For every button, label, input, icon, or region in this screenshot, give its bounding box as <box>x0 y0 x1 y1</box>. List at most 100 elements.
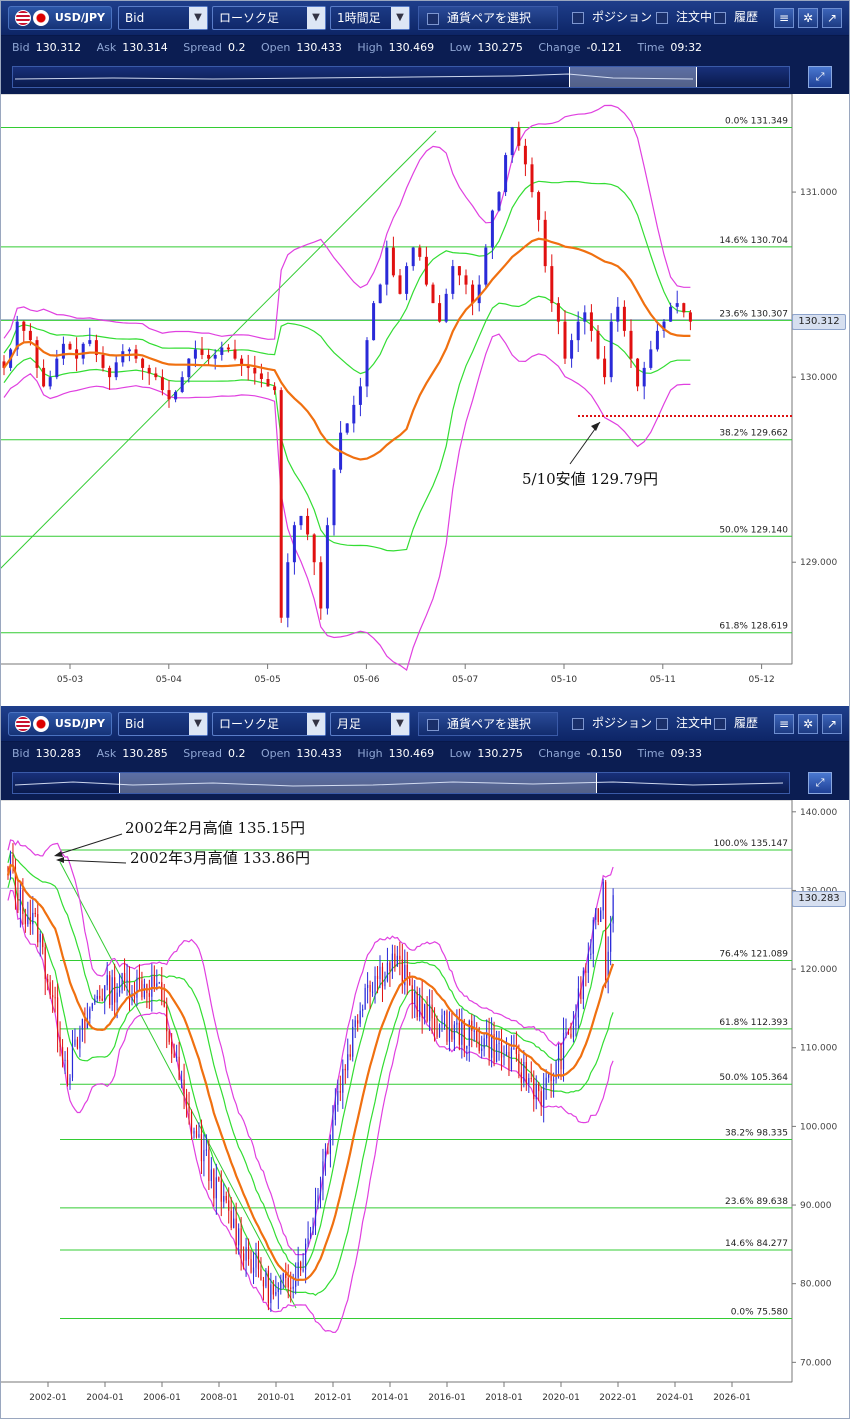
candle-body <box>344 1068 346 1071</box>
range-navigator-track[interactable] <box>12 66 790 88</box>
open-value: 130.433 <box>296 747 342 760</box>
low-annotation: 5/10安値 129.79円 <box>522 470 658 488</box>
candle-body <box>325 525 329 609</box>
candle-body <box>307 1238 309 1244</box>
candle-body <box>391 247 395 276</box>
candle-body <box>602 881 604 911</box>
fibonacci-level-label: 23.6% 89.638 <box>725 1197 788 1207</box>
price-type-value: Bid <box>125 11 145 25</box>
timeframe-select[interactable]: 1時間足 ▼ <box>330 6 410 30</box>
chevron-down-icon: ▼ <box>189 7 207 29</box>
popout-icon[interactable]: ↗ <box>822 8 842 28</box>
pair-select-button[interactable]: 通貨ペアを選択 <box>418 6 558 30</box>
candle-body <box>84 1018 86 1029</box>
menu-icon[interactable]: ≡ <box>774 714 794 734</box>
candle-body <box>280 1280 282 1289</box>
bid-value: 130.283 <box>35 747 82 760</box>
range-navigator-track[interactable] <box>12 772 790 794</box>
menu-icon[interactable]: ≡ <box>774 8 794 28</box>
candle-body <box>374 975 376 992</box>
position-toggle[interactable]: ポジション <box>572 712 652 736</box>
candle-body <box>187 358 191 378</box>
history-toggle[interactable]: 履歴 <box>714 712 758 736</box>
candle-body <box>332 1119 334 1139</box>
candle-body <box>543 219 547 267</box>
candle-body <box>429 1004 431 1022</box>
chart-type-select[interactable]: ローソク足 ▼ <box>212 6 326 30</box>
candle-body <box>198 1134 200 1138</box>
candle-body <box>495 1043 498 1063</box>
candle-body <box>457 266 461 276</box>
popout-icon[interactable]: ↗ <box>822 714 842 734</box>
candle-body <box>590 953 592 955</box>
y-tick-label: 129.000 <box>800 558 837 568</box>
candle-body <box>19 890 21 911</box>
candle-body <box>433 1018 436 1030</box>
candle-body <box>337 1090 339 1105</box>
timeframe-select[interactable]: 月足 ▼ <box>330 712 410 736</box>
candle-body <box>550 266 554 304</box>
candle-body <box>483 1038 485 1049</box>
x-tick-label: 2006-01 <box>143 1393 181 1403</box>
candle-body <box>168 1031 170 1043</box>
price-type-select[interactable]: Bid ▼ <box>118 712 208 736</box>
orders-toggle[interactable]: 注文中 <box>656 6 712 30</box>
candle-body <box>200 1134 203 1162</box>
pair-select-button[interactable]: 通貨ペアを選択 <box>418 712 558 736</box>
orders-label: 注文中 <box>676 10 713 24</box>
candle-body <box>603 358 607 378</box>
open-label: Open <box>260 747 291 760</box>
currency-pair-button[interactable]: USD/JPY <box>8 6 112 30</box>
expand-icon[interactable]: ⤢ <box>808 66 832 88</box>
range-selection-handle[interactable] <box>119 773 597 793</box>
candle-body <box>81 343 85 359</box>
candle-body <box>188 1103 190 1112</box>
candle-body <box>369 984 371 992</box>
candle-body <box>510 127 514 156</box>
candle-body <box>570 340 574 359</box>
pair-select-label: 通貨ペアを選択 <box>447 717 532 731</box>
candle-body <box>484 247 488 285</box>
monthly-candlestick-chart[interactable]: 140.000130.000120.000110.000100.00090.00… <box>0 799 850 1423</box>
y-tick-label: 70.000 <box>800 1358 832 1368</box>
spread-label: Spread <box>183 41 222 54</box>
gear-icon[interactable]: ✲ <box>798 8 818 28</box>
candle-body <box>29 916 31 925</box>
candle-body <box>409 978 411 986</box>
candle-body <box>463 1021 465 1049</box>
candle-body <box>312 534 316 563</box>
candle-body <box>545 1077 547 1088</box>
candle-body <box>302 1269 304 1271</box>
expand-icon[interactable]: ⤢ <box>808 772 832 794</box>
candle-body <box>297 1262 299 1278</box>
candle-body <box>76 1039 79 1049</box>
range-navigator: ⤢ <box>0 766 850 800</box>
candle-body <box>259 373 263 379</box>
candle-body <box>174 391 178 400</box>
chart-type-select[interactable]: ローソク足 ▼ <box>212 712 326 736</box>
position-toggle[interactable]: ポジション <box>572 6 652 30</box>
gear-icon[interactable]: ✲ <box>798 714 818 734</box>
candle-body <box>655 330 659 350</box>
price-type-select[interactable]: Bid ▼ <box>118 6 208 30</box>
hourly-candlestick-chart[interactable]: 131.000 130.000 129.000 05-03 05-04 05-05 05-0… <box>0 93 850 706</box>
candle-body <box>468 1020 470 1046</box>
candle-body <box>406 964 408 979</box>
currency-pair-button[interactable]: USD/JPY <box>8 712 112 736</box>
chevron-down-icon: ▼ <box>391 713 409 735</box>
x-tick-label: 2012-01 <box>314 1393 352 1403</box>
candle-body <box>505 1051 508 1056</box>
time-label: Time <box>637 747 665 760</box>
candle-body <box>399 955 401 960</box>
history-toggle[interactable]: 履歴 <box>714 6 758 30</box>
quote-bar: Bid 130.312 Ask 130.314 Spread 0.2 Open 130.… <box>0 36 850 60</box>
candle-body <box>68 343 72 350</box>
candle-body <box>181 1079 183 1081</box>
candle-body <box>379 966 381 980</box>
y-tick-label: 131.000 <box>800 188 837 198</box>
candle-body <box>267 1270 269 1304</box>
candle-body <box>265 1270 267 1287</box>
range-selection-handle[interactable] <box>569 67 697 87</box>
orders-toggle[interactable]: 注文中 <box>656 712 712 736</box>
candle-body <box>461 1021 463 1045</box>
